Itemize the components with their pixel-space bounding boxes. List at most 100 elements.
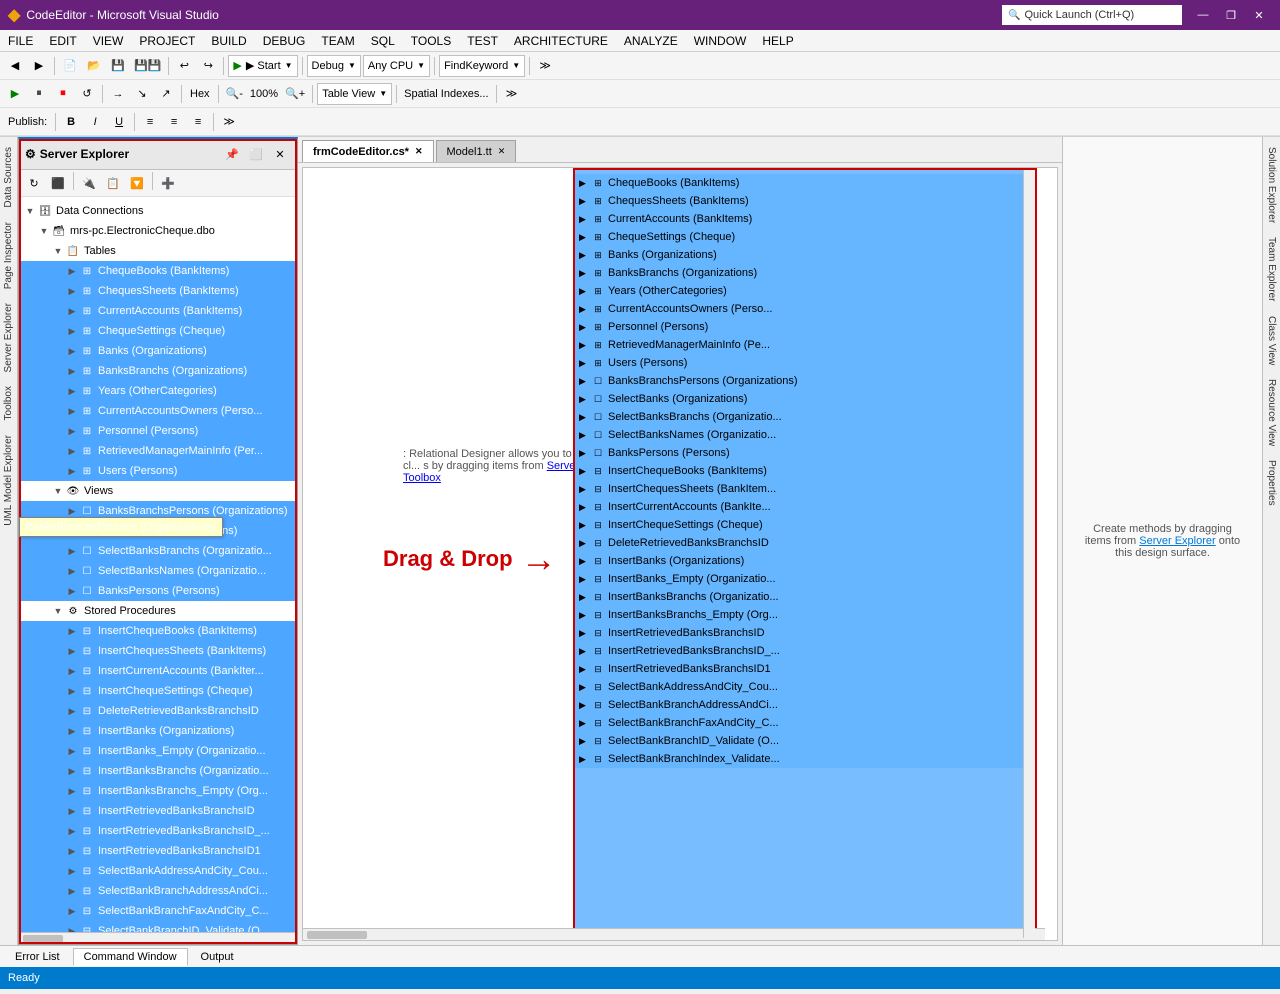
new-button[interactable]: 📄 bbox=[59, 55, 81, 77]
open-button[interactable]: 📂 bbox=[83, 55, 105, 77]
menu-view[interactable]: VIEW bbox=[85, 30, 132, 51]
save-all-button[interactable]: 💾💾 bbox=[131, 55, 164, 77]
tree-item-chequesettings[interactable]: ▶ ⊞ ChequeSettings (Cheque) bbox=[19, 321, 297, 341]
tree-view-selectbanksbranchs[interactable]: ▶ ☐ SelectBanksBranchs (Organizatio... bbox=[19, 541, 297, 561]
close-tab-0[interactable]: ✕ bbox=[415, 146, 423, 157]
drop-sp-insert-currentaccounts[interactable]: ▶ ⊟ InsertCurrentAccounts (BankIte... bbox=[575, 498, 1035, 516]
sp-insert-retrieved2[interactable]: ▶ ⊟ InsertRetrievedBanksBranchsID_... bbox=[19, 821, 297, 841]
drop-sp-select-bankbranchindex[interactable]: ▶ ⊟ SelectBankBranchIndex_Validate... bbox=[575, 750, 1035, 768]
se-refresh-btn[interactable]: ↻ bbox=[23, 172, 45, 194]
save-button[interactable]: 💾 bbox=[107, 55, 129, 77]
drop-sp-insert-chequessheets[interactable]: ▶ ⊟ InsertChequesSheets (BankItem... bbox=[575, 480, 1035, 498]
tab-class-view[interactable]: Class View bbox=[1264, 310, 1279, 371]
se-pin-button[interactable]: 📌 bbox=[221, 143, 243, 165]
tab-toolbox[interactable]: Toolbox bbox=[1, 380, 16, 426]
sp-insert-retrieved[interactable]: ▶ ⊟ InsertRetrievedBanksBranchsID bbox=[19, 801, 297, 821]
forward-button[interactable]: ▶ bbox=[28, 55, 50, 77]
find-keyword-dropdown[interactable]: FindKeyword ▼ bbox=[439, 55, 525, 77]
drop-sp-insert-retrieved2[interactable]: ▶ ⊟ InsertRetrievedBanksBranchsID_... bbox=[575, 642, 1035, 660]
create-methods-se-link[interactable]: Server Explorer bbox=[1139, 535, 1215, 547]
stop-btn[interactable]: ⏹ bbox=[52, 83, 74, 105]
se-undock-button[interactable]: ⬜ bbox=[245, 143, 267, 165]
menu-window[interactable]: WINDOW bbox=[686, 30, 755, 51]
tree-data-connections[interactable]: ▼ 🗄 Data Connections bbox=[19, 201, 297, 221]
step-over-btn[interactable]: → bbox=[107, 83, 129, 105]
tab-resource-view[interactable]: Resource View bbox=[1264, 373, 1279, 452]
drop-sp-select-bankaddress[interactable]: ▶ ⊟ SelectBankAddressAndCity_Cou... bbox=[575, 678, 1035, 696]
drop-view-bankspersons[interactable]: ▶ ☐ BanksPersons (Persons) bbox=[575, 444, 1035, 462]
sp-insert-chequebooks[interactable]: ▶ ⊟ InsertChequeBooks (BankItems) bbox=[19, 621, 297, 641]
drop-item-users[interactable]: ▶ ⊞ Users (Persons) bbox=[575, 354, 1035, 372]
tree-item-chequebooks[interactable]: ▶ ⊞ ChequeBooks (BankItems) bbox=[19, 261, 297, 281]
align-right-btn[interactable]: ≡ bbox=[187, 111, 209, 133]
drop-item-banks[interactable]: ▶ ⊞ Banks (Organizations) bbox=[575, 246, 1035, 264]
se-scrollbar-h[interactable] bbox=[19, 932, 297, 944]
drop-item-personnel[interactable]: ▶ ⊞ Personnel (Persons) bbox=[575, 318, 1035, 336]
tab-team-explorer[interactable]: Team Explorer bbox=[1264, 231, 1279, 307]
tab-model1[interactable]: Model1.tt ✕ bbox=[436, 140, 517, 162]
menu-architecture[interactable]: ARCHITECTURE bbox=[506, 30, 616, 51]
drop-item-years[interactable]: ▶ ⊞ Years (OtherCategories) bbox=[575, 282, 1035, 300]
menu-build[interactable]: BUILD bbox=[203, 30, 254, 51]
tab-page-inspector[interactable]: Page Inspector bbox=[1, 216, 16, 295]
more-toolbar2-btn[interactable]: ≫ bbox=[501, 83, 523, 105]
drop-sp-insert-retrieved3[interactable]: ▶ ⊟ InsertRetrievedBanksBranchsID1 bbox=[575, 660, 1035, 678]
undo-button[interactable]: ↩ bbox=[173, 55, 195, 77]
quick-launch-input[interactable]: 🔍 Quick Launch (Ctrl+Q) bbox=[1002, 5, 1182, 25]
sp-insert-banksbranchs[interactable]: ▶ ⊟ InsertBanksBranchs (Organizatio... bbox=[19, 761, 297, 781]
close-button[interactable]: ✕ bbox=[1246, 5, 1272, 25]
cpu-dropdown[interactable]: Any CPU ▼ bbox=[363, 55, 430, 77]
menu-team[interactable]: TEAM bbox=[313, 30, 362, 51]
bold-btn[interactable]: B bbox=[60, 111, 82, 133]
tab-properties[interactable]: Properties bbox=[1264, 454, 1279, 512]
se-close-button[interactable]: ✕ bbox=[269, 143, 291, 165]
tree-view-banksbranch[interactable]: ▶ ☐ BanksBranchsPersons (Organizations) … bbox=[19, 501, 297, 521]
tree-database[interactable]: ▼ 🗃 mrs-pc.ElectronicCheque.dbo bbox=[19, 221, 297, 241]
drop-item-retrieved[interactable]: ▶ ⊞ RetrievedManagerMainInfo (Pe... bbox=[575, 336, 1035, 354]
menu-project[interactable]: PROJECT bbox=[131, 30, 203, 51]
redo-button[interactable]: ↪ bbox=[197, 55, 219, 77]
drop-sp-insert-banksbranchs[interactable]: ▶ ⊟ InsertBanksBranchs (Organizatio... bbox=[575, 588, 1035, 606]
tab-output[interactable]: Output bbox=[190, 948, 245, 966]
se-add-btn[interactable]: ➕ bbox=[157, 172, 179, 194]
tree-item-personnel[interactable]: ▶ ⊞ Personnel (Persons) bbox=[19, 421, 297, 441]
tree-item-banks[interactable]: ▶ ⊞ Banks (Organizations) bbox=[19, 341, 297, 361]
menu-analyze[interactable]: ANALYZE bbox=[616, 30, 686, 51]
more-toolbar-btn[interactable]: ≫ bbox=[534, 55, 556, 77]
more-toolbar3-btn[interactable]: ≫ bbox=[218, 111, 240, 133]
drop-view-selectbanksnames[interactable]: ▶ ☐ SelectBanksNames (Organizatio... bbox=[575, 426, 1035, 444]
start-dropdown[interactable]: ▶ ▶ Start ▼ bbox=[228, 55, 297, 77]
align-left-btn[interactable]: ≡ bbox=[139, 111, 161, 133]
sp-insert-banksbranchs-empty[interactable]: ▶ ⊟ InsertBanksBranchs_Empty (Org... bbox=[19, 781, 297, 801]
tab-data-sources[interactable]: Data Sources bbox=[1, 141, 16, 214]
drop-item-chequessheets[interactable]: ▶ ⊞ ChequesSheets (BankItems) bbox=[575, 192, 1035, 210]
drop-item-currentaccounts[interactable]: ▶ ⊞ CurrentAccounts (BankItems) bbox=[575, 210, 1035, 228]
menu-file[interactable]: FILE bbox=[0, 30, 41, 51]
tree-view-bankspersons[interactable]: ▶ ☐ BanksPersons (Persons) bbox=[19, 581, 297, 601]
sp-insert-currentaccounts[interactable]: ▶ ⊟ InsertCurrentAccounts (BankIter... bbox=[19, 661, 297, 681]
drop-sp-select-bankbranchaddress[interactable]: ▶ ⊟ SelectBankBranchAddressAndCi... bbox=[575, 696, 1035, 714]
align-center-btn[interactable]: ≡ bbox=[163, 111, 185, 133]
drop-sp-select-bankbranchfax[interactable]: ▶ ⊟ SelectBankBranchFaxAndCity_C... bbox=[575, 714, 1035, 732]
drop-view-selectbanks[interactable]: ▶ ☐ SelectBanks (Organizations) bbox=[575, 390, 1035, 408]
tree-item-chequessheets[interactable]: ▶ ⊞ ChequesSheets (BankItems) bbox=[19, 281, 297, 301]
drop-item-banksbranchs[interactable]: ▶ ⊞ BanksBranchs (Organizations) bbox=[575, 264, 1035, 282]
drop-item-chequebooks[interactable]: ▶ ⊞ ChequeBooks (BankItems) bbox=[575, 174, 1035, 192]
drop-sp-insert-chequesettings[interactable]: ▶ ⊟ InsertChequeSettings (Cheque) bbox=[575, 516, 1035, 534]
tab-solution-explorer[interactable]: Solution Explorer bbox=[1264, 141, 1279, 229]
drop-sp-select-bankbranchid[interactable]: ▶ ⊟ SelectBankBranchID_Validate (O... bbox=[575, 732, 1035, 750]
menu-edit[interactable]: EDIT bbox=[41, 30, 84, 51]
back-button[interactable]: ◀ bbox=[4, 55, 26, 77]
tree-stored-procedures[interactable]: ▼ ⚙ Stored Procedures bbox=[19, 601, 297, 621]
drop-sp-insert-banks[interactable]: ▶ ⊟ InsertBanks (Organizations) bbox=[575, 552, 1035, 570]
sp-select-bankbranchfax[interactable]: ▶ ⊟ SelectBankBranchFaxAndCity_C... bbox=[19, 901, 297, 921]
sp-insert-banks[interactable]: ▶ ⊟ InsertBanks (Organizations) bbox=[19, 721, 297, 741]
sp-insert-retrieved3[interactable]: ▶ ⊟ InsertRetrievedBanksBranchsID1 bbox=[19, 841, 297, 861]
drop-sp-insert-retrieved[interactable]: ▶ ⊟ InsertRetrievedBanksBranchsID bbox=[575, 624, 1035, 642]
tree-item-users[interactable]: ▶ ⊞ Users (Persons) bbox=[19, 461, 297, 481]
maximize-button[interactable]: ❐ bbox=[1218, 5, 1244, 25]
step-out-btn[interactable]: ↗ bbox=[155, 83, 177, 105]
tree-item-banksbranchs[interactable]: ▶ ⊞ BanksBranchs (Organizations) bbox=[19, 361, 297, 381]
drop-panel-scrollbar[interactable] bbox=[1023, 170, 1035, 938]
sp-insert-chequessheets[interactable]: ▶ ⊟ InsertChequesSheets (BankItems) bbox=[19, 641, 297, 661]
